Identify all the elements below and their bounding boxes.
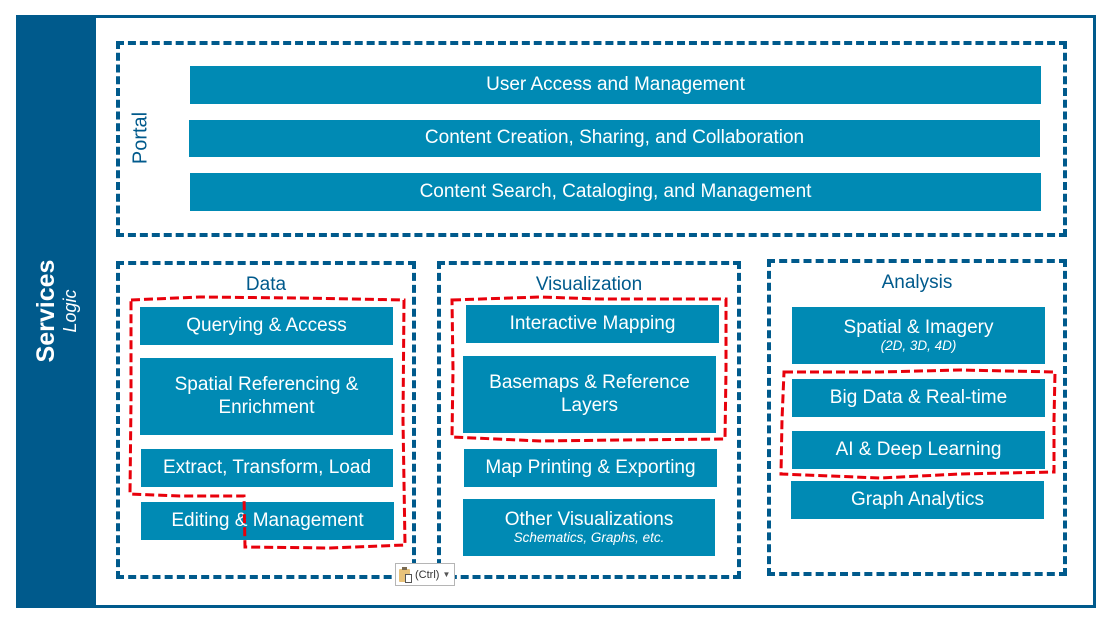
analysis-item-label: Graph Analytics [850,488,985,510]
visualization-section-title: Visualization [535,274,643,295]
analysis-item-spatial-imagery: Spatial & Imagery (2D, 3D, 4D) [792,307,1045,364]
data-section-title: Data [245,274,287,295]
viz-item-label: Map Printing & Exporting [485,456,696,478]
services-sidebar-label: Services Logic [32,260,80,363]
portal-item-content-search: Content Search, Cataloging, and Manageme… [190,173,1041,211]
data-item-label: Querying & Access [186,314,347,336]
analysis-item-label: AI & Deep Learning [835,438,1002,460]
portal-item-label: Content Search, Cataloging, and Manageme… [419,180,812,202]
analysis-item-sublabel: (2D, 3D, 4D) [880,338,957,354]
portal-item-label: User Access and Management [486,73,745,95]
data-item-label: Spatial Referencing & Enrichment [174,373,359,418]
analysis-item-big-data: Big Data & Real-time [792,379,1045,417]
viz-item-label: Other Visualizations [504,508,674,530]
data-item-etl: Extract, Transform, Load [141,449,393,487]
services-title: Services [32,259,60,363]
viz-item-map-printing: Map Printing & Exporting [464,449,717,487]
data-item-editing: Editing & Management [141,502,394,540]
viz-item-other-visualizations: Other Visualizations Schematics, Graphs,… [463,499,715,556]
analysis-item-label: Big Data & Real-time [829,386,1008,408]
data-item-spatial-referencing: Spatial Referencing & Enrichment [140,358,393,435]
clipboard-paste-icon [399,566,413,583]
viz-item-basemaps: Basemaps & Reference Layers [463,356,716,433]
portal-label: Portal [129,111,152,165]
analysis-item-label: Spatial & Imagery [843,316,994,338]
analysis-item-ai-deep-learning: AI & Deep Learning [792,431,1045,469]
portal-item-user-access: User Access and Management [190,66,1041,104]
paste-options-label: (Ctrl) [415,568,440,581]
paste-options-button[interactable]: (Ctrl) ▼ [395,563,455,586]
viz-item-label: Interactive Mapping [509,312,676,334]
portal-item-content-creation: Content Creation, Sharing, and Collabora… [189,120,1040,157]
viz-item-sublabel: Schematics, Graphs, etc. [513,530,665,546]
services-subtitle: Logic [60,289,80,333]
data-item-label: Extract, Transform, Load [162,456,372,478]
data-item-label: Editing & Management [171,509,364,531]
portal-item-label: Content Creation, Sharing, and Collabora… [424,127,805,149]
chevron-down-icon: ▼ [442,570,451,579]
viz-item-interactive-mapping: Interactive Mapping [466,305,719,343]
analysis-item-graph-analytics: Graph Analytics [791,481,1044,519]
analysis-section-title: Analysis [881,272,953,293]
data-item-querying: Querying & Access [140,307,393,345]
viz-item-label: Basemaps & Reference Layers [489,371,690,416]
